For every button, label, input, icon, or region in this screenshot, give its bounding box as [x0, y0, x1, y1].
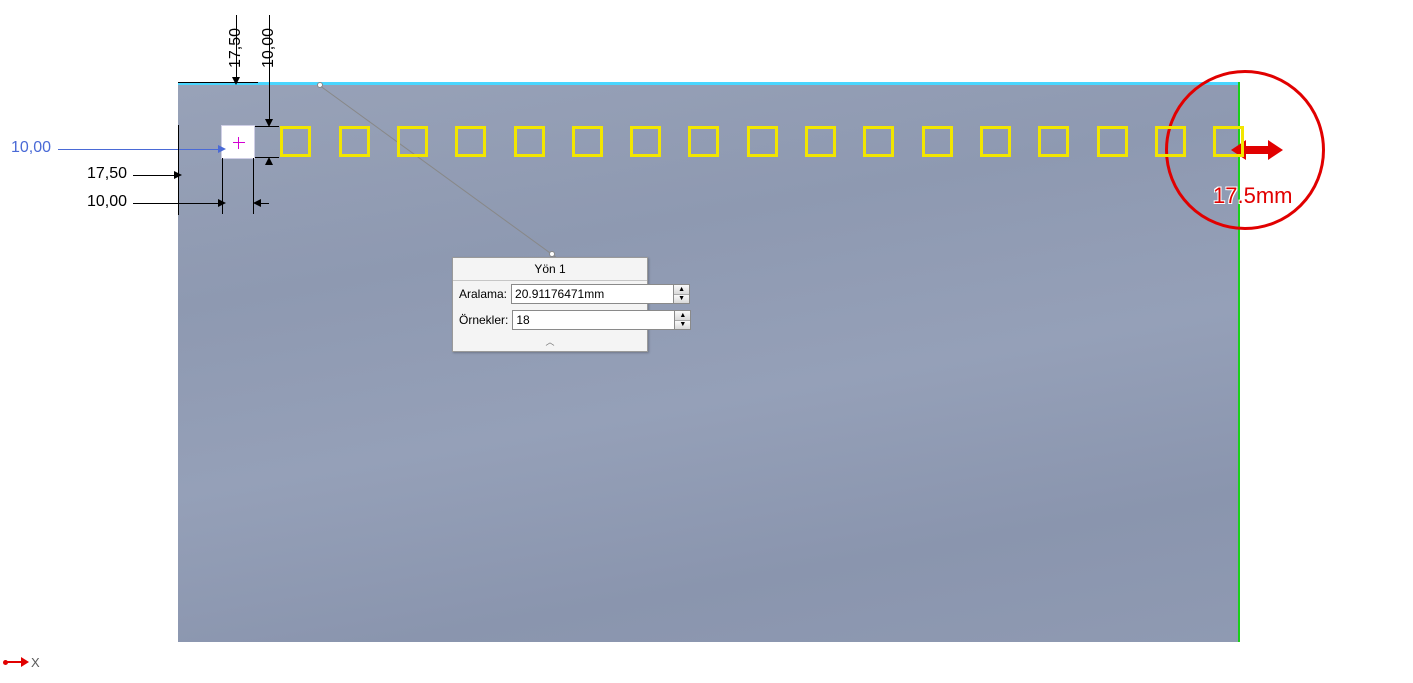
pattern-instance[interactable] — [980, 126, 1011, 157]
pattern-instance[interactable] — [1213, 126, 1244, 157]
pattern-instance[interactable] — [688, 126, 719, 157]
dim-blue-line — [58, 149, 222, 150]
ext-line-left-edge — [178, 125, 179, 215]
ext-h-hole-top — [255, 126, 279, 127]
pattern-instance[interactable] — [747, 126, 778, 157]
count-spin-up[interactable]: ▲ — [675, 311, 690, 321]
dim-h-10-arrow-r — [218, 199, 226, 207]
pattern-instance[interactable] — [1155, 126, 1186, 157]
dim-h-10: 10,00 — [87, 193, 127, 211]
dim-h-10-line — [133, 203, 222, 204]
graphics-area[interactable]: 10,00 17,50 10,00 17,50 10,00 Yön 1 Aral… — [0, 0, 1413, 683]
seed-center-point — [236, 140, 242, 146]
pattern-instance[interactable] — [339, 126, 370, 157]
dim-blue-arrow — [218, 145, 226, 153]
pattern-instance[interactable] — [514, 126, 545, 157]
pattern-instance[interactable] — [805, 126, 836, 157]
model-face[interactable] — [178, 82, 1240, 642]
dim-v-10-line — [269, 15, 270, 122]
pattern-instance[interactable] — [922, 126, 953, 157]
dim-h-10-tail — [261, 203, 269, 204]
count-input[interactable] — [512, 310, 675, 330]
count-spinner[interactable]: ▲ ▼ — [675, 310, 691, 330]
spacing-spinner[interactable]: ▲ ▼ — [674, 284, 690, 304]
pattern-instance[interactable] — [1097, 126, 1128, 157]
spacing-spin-up[interactable]: ▲ — [674, 285, 689, 295]
annotation-text: 17.5mm — [1213, 183, 1292, 209]
popup-collapse-toggle[interactable]: ︿ — [453, 333, 647, 351]
pattern-instance[interactable] — [455, 126, 486, 157]
triad-x-label: X — [31, 655, 40, 670]
pattern-instance[interactable] — [1038, 126, 1069, 157]
dim-v-17-arrow — [232, 77, 240, 85]
ext-h-hole-bot — [255, 157, 279, 158]
view-triad: X — [3, 646, 43, 676]
pattern-callout-popup[interactable]: Yön 1 Aralama: ▲ ▼ Örnekler: ▲ ▼ ︿ — [452, 257, 648, 352]
pattern-instance[interactable] — [397, 126, 428, 157]
pattern-instance[interactable] — [280, 126, 311, 157]
spacing-spin-down[interactable]: ▼ — [674, 295, 689, 304]
dim-v-10-arrow-u — [265, 157, 273, 165]
count-spin-down[interactable]: ▼ — [675, 321, 690, 330]
popup-title: Yön 1 — [453, 258, 647, 281]
dim-h-10-arrow-l — [253, 199, 261, 207]
pattern-instance[interactable] — [630, 126, 661, 157]
spacing-input[interactable] — [511, 284, 674, 304]
pattern-instance[interactable] — [572, 126, 603, 157]
dim-h-17: 17,50 — [87, 165, 127, 183]
pattern-instance[interactable] — [863, 126, 894, 157]
dim-h-17-line — [133, 175, 178, 176]
dim-blue-10: 10,00 — [11, 139, 51, 157]
spacing-label: Aralama: — [459, 287, 507, 301]
count-label: Örnekler: — [459, 313, 508, 327]
ext-h-top-edge — [178, 82, 258, 83]
dim-v-17-line — [236, 15, 237, 81]
